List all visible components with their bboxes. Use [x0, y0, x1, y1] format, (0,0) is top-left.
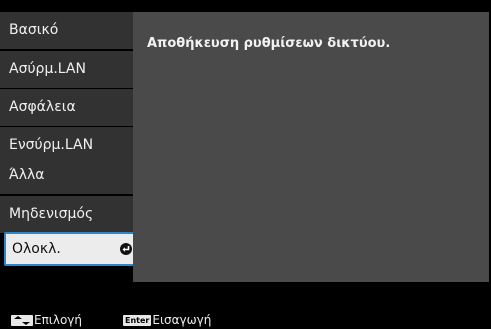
up-down-arrow-keys-icon [11, 315, 33, 326]
select-hint-label: Επιλογή [34, 313, 83, 327]
enter-icon [120, 243, 132, 255]
menu-item-reset[interactable]: Μηδενισμός [0, 196, 139, 233]
footer-hints: Επιλογή Enter Εισαγωγή [0, 314, 491, 327]
settings-menu: Βασικό Ασύρμ.LAN Ασφάλεια Ενσύρμ.LAN Άλλ… [0, 0, 144, 327]
enter-hint: Enter Εισαγωγή [123, 314, 211, 327]
enter-key-badge: Enter [123, 315, 152, 326]
menu-item-security[interactable]: Ασφάλεια [0, 89, 139, 126]
menu-item-basic[interactable]: Βασικό [0, 12, 139, 49]
menu-item-other[interactable]: Άλλα [0, 157, 139, 194]
menu-item-complete[interactable]: Ολοκλ. [4, 232, 144, 266]
select-hint: Επιλογή [11, 314, 82, 327]
menu-item-complete-label: Ολοκλ. [12, 241, 61, 257]
menu-item-wireless-lan[interactable]: Ασύρμ.LAN [0, 51, 139, 88]
save-settings-message: Αποθήκευση ρυθμίσεων δικτύου. [147, 36, 391, 51]
enter-hint-label: Εισαγωγή [152, 313, 212, 327]
content-panel: Αποθήκευση ρυθμίσεων δικτύου. [133, 12, 489, 282]
